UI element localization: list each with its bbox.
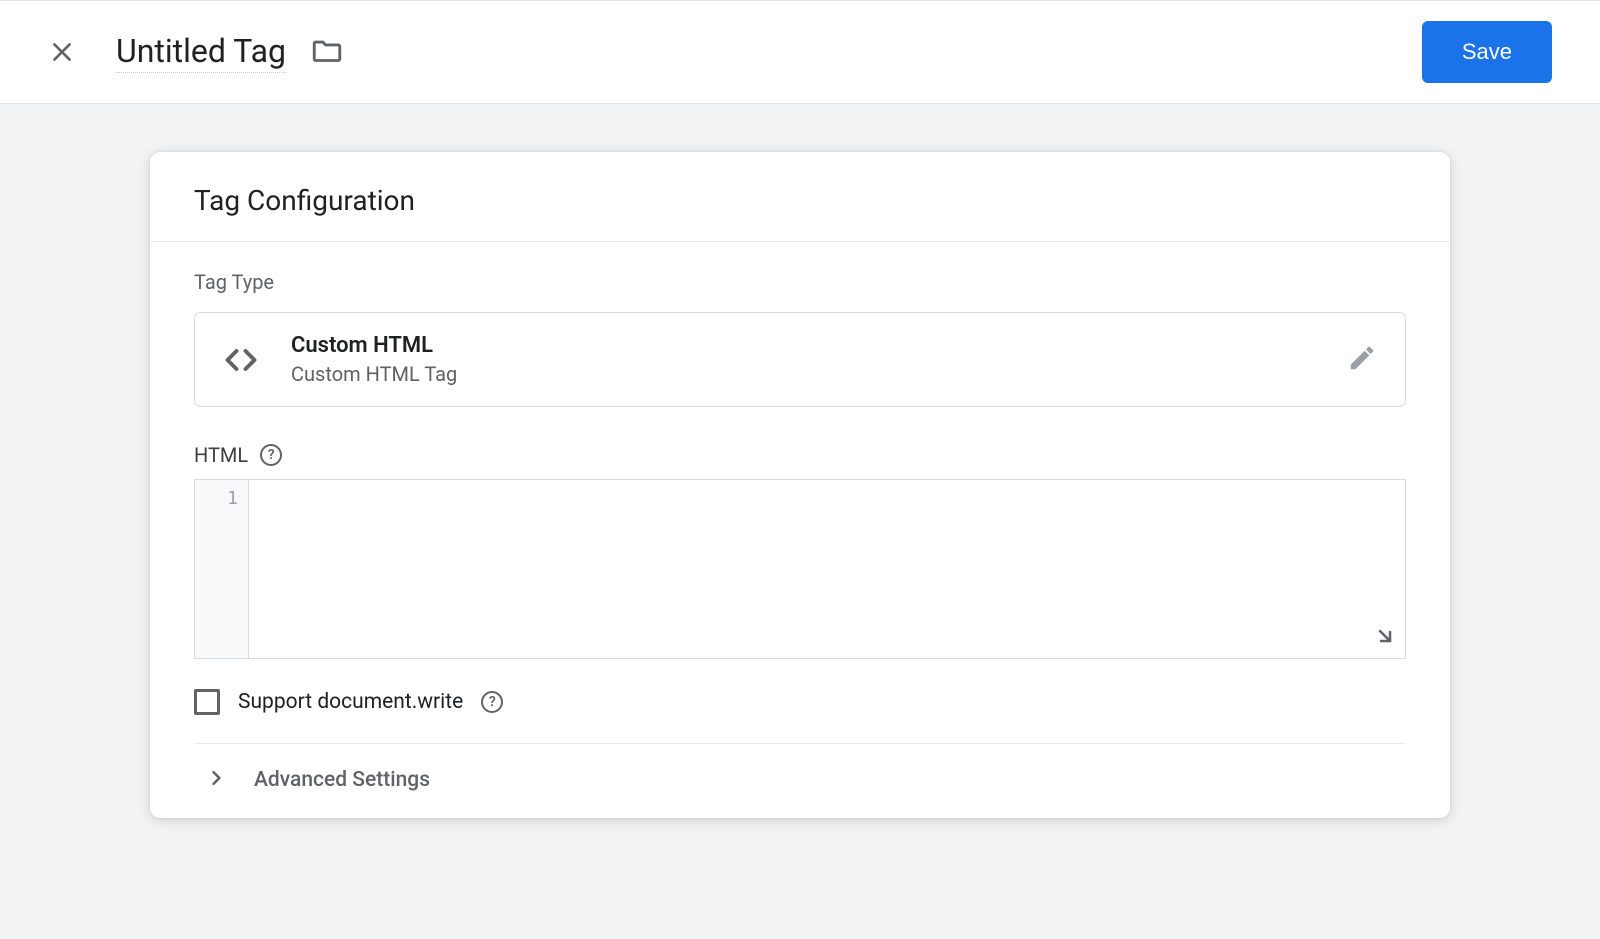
top-bar: Untitled Tag Save	[0, 0, 1600, 104]
advanced-settings-label: Advanced Settings	[254, 768, 430, 792]
code-textarea[interactable]	[249, 480, 1405, 658]
resize-icon	[1373, 624, 1397, 648]
tag-type-text: Custom HTML Custom HTML Tag	[291, 333, 1347, 386]
folder-icon	[310, 35, 344, 69]
close-button[interactable]	[48, 38, 76, 66]
chevron-right-icon	[206, 768, 226, 792]
canvas: Tag Configuration Tag Type Custom HTML C…	[0, 104, 1600, 818]
code-icon	[223, 342, 259, 378]
advanced-settings-toggle[interactable]: Advanced Settings	[194, 744, 1406, 806]
html-help-button[interactable]: ?	[260, 444, 282, 466]
help-icon: ?	[268, 447, 275, 463]
editor-gutter: 1	[195, 480, 249, 658]
html-field-label: HTML	[194, 443, 248, 467]
tag-type-name: Custom HTML	[291, 333, 1347, 358]
html-code-editor[interactable]: 1	[194, 479, 1406, 659]
pencil-icon	[1347, 343, 1377, 373]
tag-config-section: Tag Type Custom HTML Custom HTML Tag HTM…	[150, 242, 1450, 806]
tag-type-subtitle: Custom HTML Tag	[291, 362, 1347, 386]
resize-handle[interactable]	[1373, 624, 1397, 652]
line-number: 1	[195, 488, 238, 509]
card-header: Tag Configuration	[150, 152, 1450, 242]
tag-type-selector[interactable]: Custom HTML Custom HTML Tag	[194, 312, 1406, 407]
html-label-row: HTML ?	[194, 443, 1406, 467]
tag-type-label: Tag Type	[194, 270, 1406, 294]
card-title: Tag Configuration	[194, 184, 1406, 217]
edit-tag-type-button[interactable]	[1347, 343, 1377, 377]
tag-title-input[interactable]: Untitled Tag	[116, 32, 286, 73]
tag-configuration-card: Tag Configuration Tag Type Custom HTML C…	[150, 152, 1450, 818]
doc-write-help-button[interactable]: ?	[481, 691, 503, 713]
help-icon: ?	[489, 694, 496, 710]
support-doc-write-checkbox[interactable]	[194, 689, 220, 715]
support-doc-write-row: Support document.write ?	[194, 689, 1406, 744]
support-doc-write-label: Support document.write	[238, 690, 463, 714]
folder-button[interactable]	[310, 35, 344, 69]
close-icon	[49, 39, 75, 65]
save-button[interactable]: Save	[1422, 21, 1552, 83]
